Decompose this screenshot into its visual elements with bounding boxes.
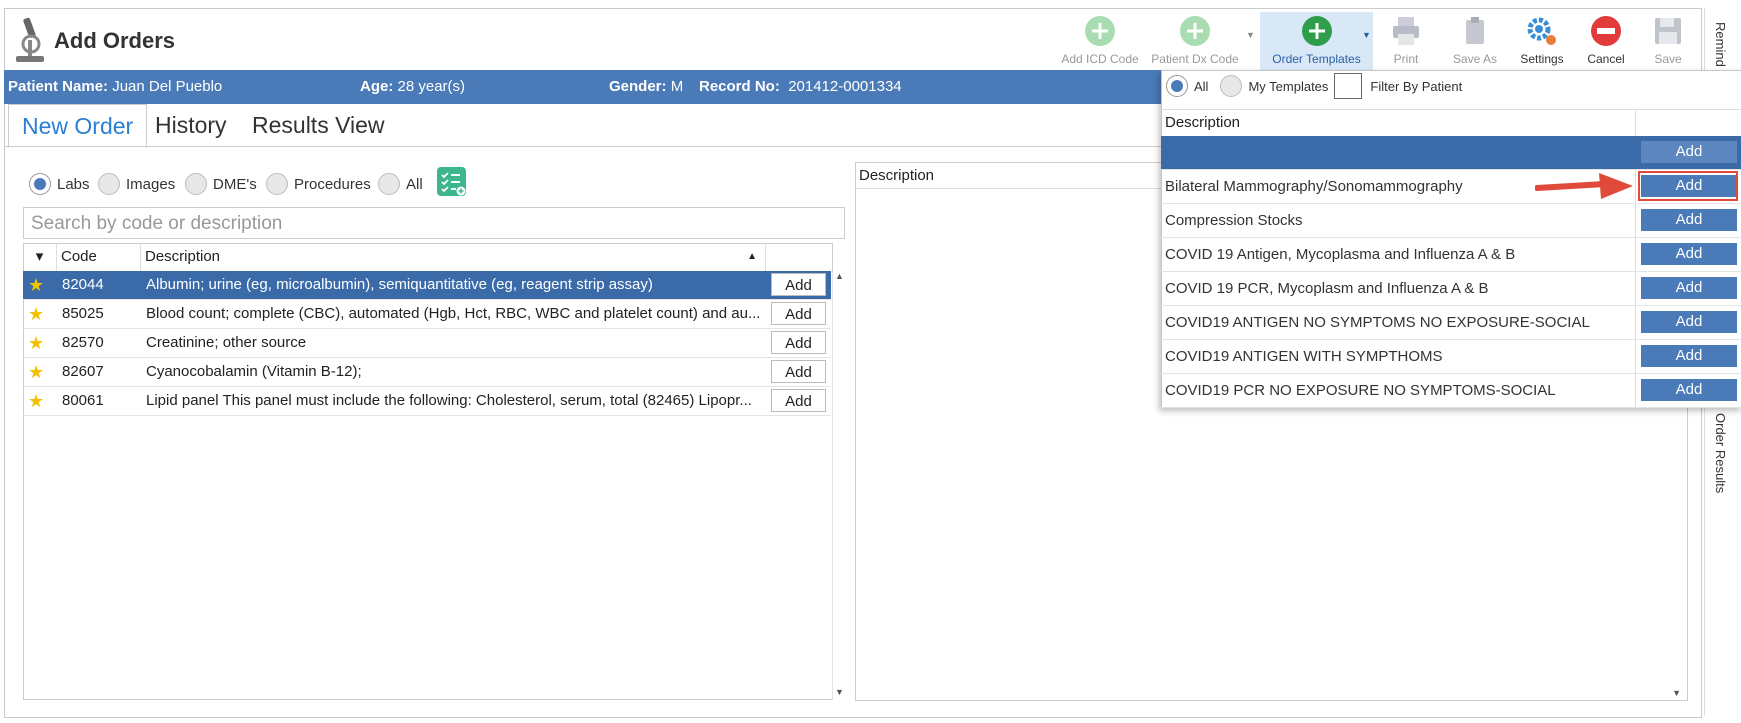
filter-dmes[interactable]: DME's [185, 172, 257, 196]
tab-results-view[interactable]: Results View [239, 104, 398, 146]
add-button[interactable]: Add [1641, 379, 1737, 401]
radio-checked-icon[interactable] [29, 173, 51, 195]
scroll-down-icon[interactable]: ▼ [835, 687, 844, 697]
side-tab-order-results[interactable]: Order Results [1713, 413, 1728, 493]
plus-circle-icon [1085, 16, 1115, 46]
column-header-description[interactable]: Description [1165, 110, 1240, 136]
add-button[interactable]: Add [1641, 141, 1737, 163]
filter-all[interactable]: All [378, 172, 423, 196]
add-button[interactable]: Add [771, 331, 826, 354]
star-icon[interactable]: ★ [28, 329, 44, 357]
template-row[interactable]: COVID19 ANTIGEN NO SYMPTOMS NO EXPOSURE-… [1161, 306, 1741, 340]
patient-name: Patient Name: Juan Del Pueblo [8, 78, 223, 95]
radio-checked-icon[interactable] [1166, 75, 1188, 97]
table-row[interactable]: ★ 80061 Lipid panel This panel must incl… [23, 387, 831, 416]
annotation-highlight-box [1638, 171, 1738, 201]
checklist-add-icon[interactable] [437, 167, 466, 196]
column-header-code[interactable]: Code [57, 243, 141, 271]
filter-my-templates[interactable]: My Templates [1248, 79, 1328, 94]
sort-ascending-icon: ▲ [747, 251, 757, 262]
clipboard-icon [1466, 17, 1484, 44]
tab-new-order[interactable]: New Order [8, 104, 148, 148]
table-row[interactable]: ★ 82607 Cyanocobalamin (Vitamin B-12); A… [23, 358, 831, 387]
add-button[interactable]: Add [771, 360, 826, 383]
filter-all-templates[interactable]: All [1194, 79, 1208, 94]
print-button[interactable]: Print [1381, 12, 1431, 70]
add-button[interactable]: Add [771, 389, 826, 412]
order-templates-button[interactable]: Order Templates [1260, 12, 1373, 70]
star-icon[interactable]: ★ [28, 300, 44, 328]
search-input[interactable]: Search by code or description [23, 207, 845, 239]
save-button[interactable]: Save [1643, 12, 1693, 70]
plus-circle-icon [1301, 16, 1332, 46]
radio-icon[interactable] [98, 173, 120, 195]
patient-gender: Gender: M [609, 78, 684, 95]
printer-icon [1393, 17, 1419, 45]
template-row[interactable]: Add [1161, 136, 1741, 170]
add-button[interactable]: Add [1641, 277, 1737, 299]
add-button[interactable]: Add [771, 273, 826, 296]
column-header-action [766, 243, 831, 271]
template-row[interactable]: COVID 19 PCR, Mycoplasm and Influenza A … [1161, 272, 1741, 306]
filter-labs[interactable]: Labs [29, 172, 90, 196]
template-row[interactable]: Compression Stocks Add [1161, 204, 1741, 238]
radio-icon[interactable] [1220, 75, 1243, 97]
radio-icon[interactable] [185, 173, 207, 195]
microscope-icon [16, 17, 44, 62]
column-divider [1635, 306, 1636, 339]
template-row[interactable]: COVID19 ANTIGEN WITH SYMPTHOMS Add [1161, 340, 1741, 374]
column-divider [1635, 272, 1636, 305]
floppy-disk-icon [1655, 18, 1681, 44]
gear-icon [1527, 17, 1556, 45]
column-divider [1635, 170, 1636, 203]
filter-by-patient[interactable]: Filter By Patient [1370, 79, 1462, 94]
checkbox-icon[interactable] [1334, 73, 1363, 99]
column-divider [1635, 110, 1636, 136]
scroll-down-icon[interactable]: ▼ [1672, 688, 1681, 698]
patient-age: Age: 28 year(s) [360, 78, 466, 95]
vertical-scrollbar[interactable]: ▲ ▼ [832, 271, 847, 699]
caret-down-icon[interactable]: ▾ [23, 243, 57, 271]
radio-icon[interactable] [378, 173, 400, 195]
column-header-description[interactable]: Description ▲ [141, 243, 766, 271]
add-button[interactable]: Add [1641, 345, 1737, 367]
scroll-up-icon[interactable]: ▲ [835, 271, 844, 281]
add-button[interactable]: Add [1641, 311, 1737, 333]
page-title: Add Orders [54, 28, 176, 53]
column-divider [1635, 238, 1636, 271]
add-button[interactable]: Add [771, 302, 826, 325]
column-divider [1635, 204, 1636, 237]
plus-circle-icon [1180, 16, 1210, 46]
settings-button[interactable]: Settings [1512, 12, 1572, 70]
stop-icon [1591, 16, 1621, 46]
grid-header: ▾ Code Description ▲ [23, 243, 831, 272]
template-filter: All My Templates Filter By Patient [1166, 73, 1462, 99]
table-row[interactable]: ★ 85025 Blood count; complete (CBC), aut… [23, 300, 831, 329]
patient-record-no: Record No: 201412-0001334 [699, 78, 902, 95]
add-button[interactable]: Add [1641, 243, 1737, 265]
save-as-button[interactable]: Save As [1445, 12, 1505, 70]
star-icon[interactable]: ★ [28, 358, 44, 386]
cancel-button[interactable]: Cancel [1578, 12, 1634, 70]
add-button[interactable]: Add [1641, 209, 1737, 231]
table-row[interactable]: ★ 82044 Albumin; urine (eg, microalbumin… [23, 271, 831, 300]
column-divider [1635, 374, 1636, 407]
filter-images[interactable]: Images [98, 172, 175, 196]
template-row[interactable]: COVID19 PCR NO EXPOSURE NO SYMPTOMS-SOCI… [1161, 374, 1741, 408]
side-tab-reminders[interactable]: Remind [1713, 22, 1728, 67]
star-icon[interactable]: ★ [28, 271, 44, 299]
star-icon[interactable]: ★ [28, 387, 44, 415]
tab-history[interactable]: History [142, 104, 240, 146]
annotation-arrow-icon [1535, 173, 1633, 199]
popup-grid-header: Description [1161, 109, 1741, 137]
table-row[interactable]: ★ 82570 Creatinine; other source Add [23, 329, 831, 358]
chevron-down-icon[interactable]: ▼ [1362, 30, 1371, 40]
filter-procedures[interactable]: Procedures [266, 172, 371, 196]
patient-dx-code-button[interactable]: Patient Dx Code [1150, 12, 1240, 70]
chevron-down-icon[interactable]: ▼ [1246, 30, 1255, 40]
column-divider [1635, 340, 1636, 373]
add-icd-code-button[interactable]: Add ICD Code [1060, 12, 1140, 70]
template-row[interactable]: COVID 19 Antigen, Mycoplasma and Influen… [1161, 238, 1741, 272]
radio-icon[interactable] [266, 173, 288, 195]
